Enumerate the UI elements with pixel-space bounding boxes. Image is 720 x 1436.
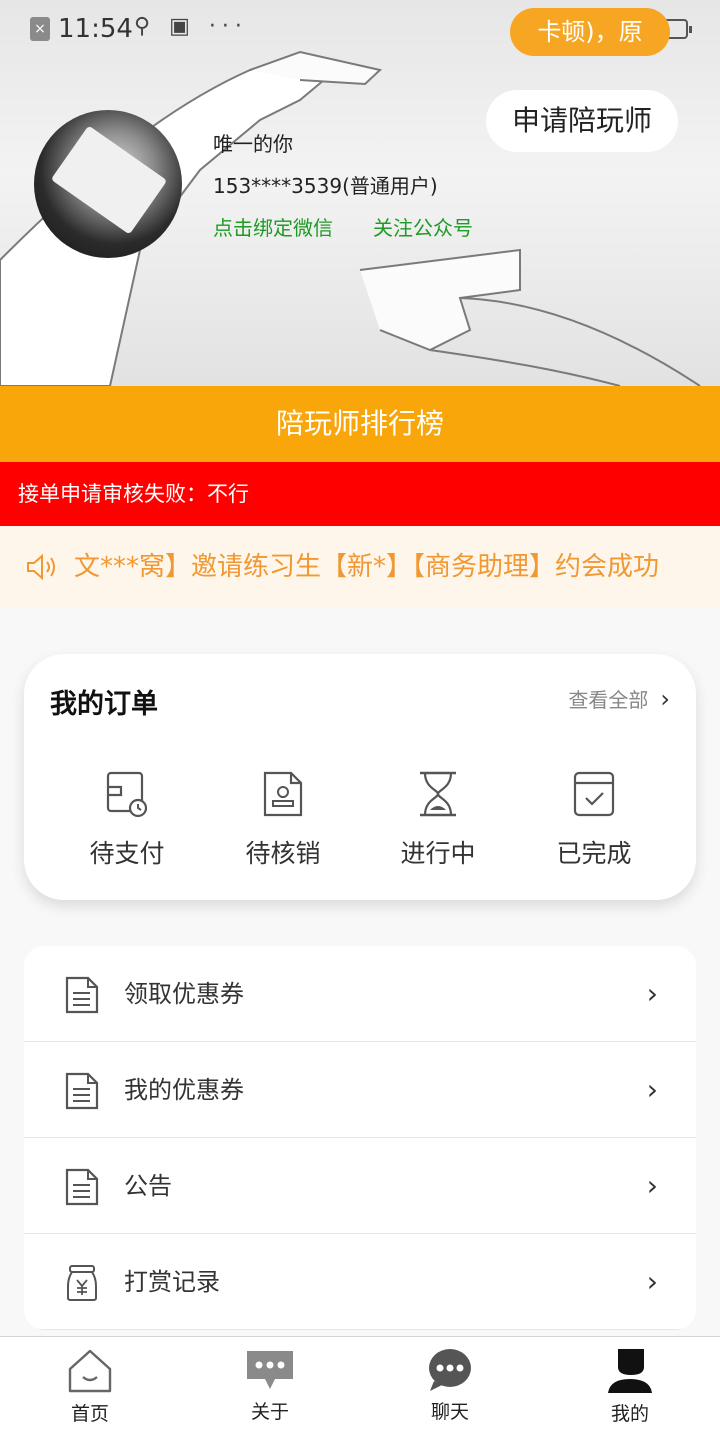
status-icons: ⚲ ▣ ···	[134, 14, 248, 39]
tab-about[interactable]: 关于	[180, 1337, 360, 1436]
home-icon	[68, 1349, 112, 1393]
stamp-document-icon	[263, 771, 303, 817]
chevron-right-icon: ›	[660, 685, 670, 713]
menu-item-my-coupons[interactable]: 我的优惠券 ›	[24, 1042, 696, 1138]
chevron-right-icon: ›	[646, 1073, 658, 1106]
calendar-check-icon	[573, 771, 615, 817]
chat-bubble-icon	[429, 1349, 471, 1391]
message-icon	[247, 1351, 293, 1389]
order-completed[interactable]: 已完成	[524, 770, 664, 870]
user-phone: 153****3539(普通用户)	[213, 174, 438, 198]
chevron-right-icon: ›	[646, 1265, 658, 1298]
notice-text: 文***窝】邀请练习生【新*】【商务助理】约会成功	[74, 552, 660, 582]
menu-label: 我的优惠券	[124, 1076, 244, 1104]
document-icon	[65, 976, 99, 1014]
follow-account-link[interactable]: 关注公众号	[373, 212, 473, 241]
view-all-label: 查看全部	[568, 688, 649, 712]
tab-label: 我的	[610, 1403, 649, 1425]
yuan-jar-icon	[67, 1265, 97, 1301]
wallet-clock-icon	[106, 771, 148, 818]
document-icon	[65, 1072, 99, 1110]
menu-item-claim-coupon[interactable]: 领取优惠券 ›	[24, 946, 696, 1042]
tab-label: 首页	[70, 1403, 109, 1425]
profile-header: × 11:54 ⚲ ▣ ··· 卡顿)，原 唯一的你 153****3539(普…	[0, 0, 720, 386]
notification-icon: ×	[30, 17, 50, 41]
order-label: 待核销	[245, 839, 321, 868]
tab-chat[interactable]: 聊天	[360, 1337, 540, 1436]
toast-message: 卡顿)，原	[510, 8, 670, 56]
tab-home[interactable]: 首页	[0, 1337, 180, 1436]
order-label: 已完成	[556, 839, 632, 868]
menu-item-announcement[interactable]: 公告 ›	[24, 1138, 696, 1234]
tab-label: 聊天	[430, 1401, 469, 1423]
application-failed-alert: 接单申请审核失败：不行	[0, 462, 720, 526]
my-orders-card: 我的订单 查看全部 › 待支付 待核销 进行中 已完成	[24, 654, 696, 900]
order-label: 待支付	[89, 839, 165, 868]
chevron-right-icon: ›	[646, 1169, 658, 1202]
order-label: 进行中	[400, 839, 476, 868]
avatar[interactable]	[34, 110, 182, 258]
hourglass-icon	[420, 771, 456, 817]
bind-wechat-link[interactable]: 点击绑定微信	[213, 212, 333, 241]
menu-label: 公告	[124, 1172, 172, 1200]
view-all-orders-link[interactable]: 查看全部 ›	[568, 684, 670, 713]
ranking-banner[interactable]: 陪玩师排行榜	[0, 386, 720, 462]
notice-marquee: 文***窝】邀请练习生【新*】【商务助理】约会成功	[0, 526, 720, 608]
user-name: 唯一的你	[213, 132, 293, 156]
bottom-tab-bar: 首页 关于 聊天 我的	[0, 1336, 720, 1436]
tab-label: 关于	[250, 1401, 289, 1423]
order-pending-verify[interactable]: 待核销	[213, 770, 353, 870]
menu-item-tip-records[interactable]: 打赏记录 ›	[24, 1234, 696, 1330]
menu-label: 领取优惠券	[124, 980, 244, 1008]
order-in-progress[interactable]: 进行中	[368, 770, 508, 870]
tab-mine[interactable]: 我的	[540, 1337, 720, 1436]
speaker-icon	[27, 554, 55, 580]
menu-list: 领取优惠券 › 我的优惠券 › 公告 › 打赏记录 ›	[24, 946, 696, 1330]
status-time: 11:54	[58, 14, 133, 44]
orders-title: 我的订单	[50, 689, 158, 720]
user-icon	[608, 1349, 652, 1393]
avatar-photo	[50, 125, 168, 235]
chevron-right-icon: ›	[646, 977, 658, 1010]
menu-label: 打赏记录	[124, 1268, 220, 1296]
apply-companion-button[interactable]: 申请陪玩师	[486, 90, 678, 152]
document-icon	[65, 1168, 99, 1206]
order-pending-payment[interactable]: 待支付	[57, 770, 197, 870]
